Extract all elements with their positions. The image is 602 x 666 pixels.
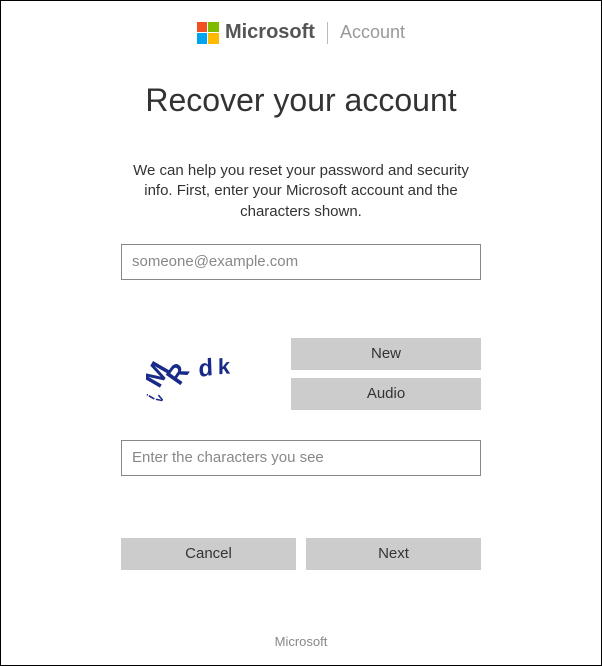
page-footer: Microsoft: [1, 634, 601, 649]
main-content: Recover your account We can help you res…: [121, 82, 481, 570]
captcha-icon: M R d k i v: [146, 344, 256, 404]
page-title: Recover your account: [121, 82, 481, 119]
cancel-button[interactable]: Cancel: [121, 538, 296, 570]
divider: [327, 22, 328, 44]
svg-text:v: v: [151, 391, 167, 403]
captcha-section: M R d k i v New Audio: [121, 338, 481, 410]
microsoft-logo-icon: [197, 22, 219, 44]
page-description: We can help you reset your password and …: [121, 161, 481, 222]
microsoft-logo-text: Microsoft: [225, 21, 315, 44]
email-input[interactable]: [121, 244, 481, 280]
svg-text:k: k: [218, 353, 231, 379]
microsoft-logo: Microsoft: [197, 21, 315, 44]
svg-text:d: d: [198, 354, 213, 383]
audio-captcha-button[interactable]: Audio: [291, 378, 481, 410]
next-button[interactable]: Next: [306, 538, 481, 570]
action-buttons: Cancel Next: [121, 538, 481, 570]
new-captcha-button[interactable]: New: [291, 338, 481, 370]
captcha-image: M R d k i v: [121, 339, 281, 409]
header-section-label: Account: [340, 22, 405, 43]
captcha-input[interactable]: [121, 440, 481, 476]
header: Microsoft Account: [1, 1, 601, 54]
